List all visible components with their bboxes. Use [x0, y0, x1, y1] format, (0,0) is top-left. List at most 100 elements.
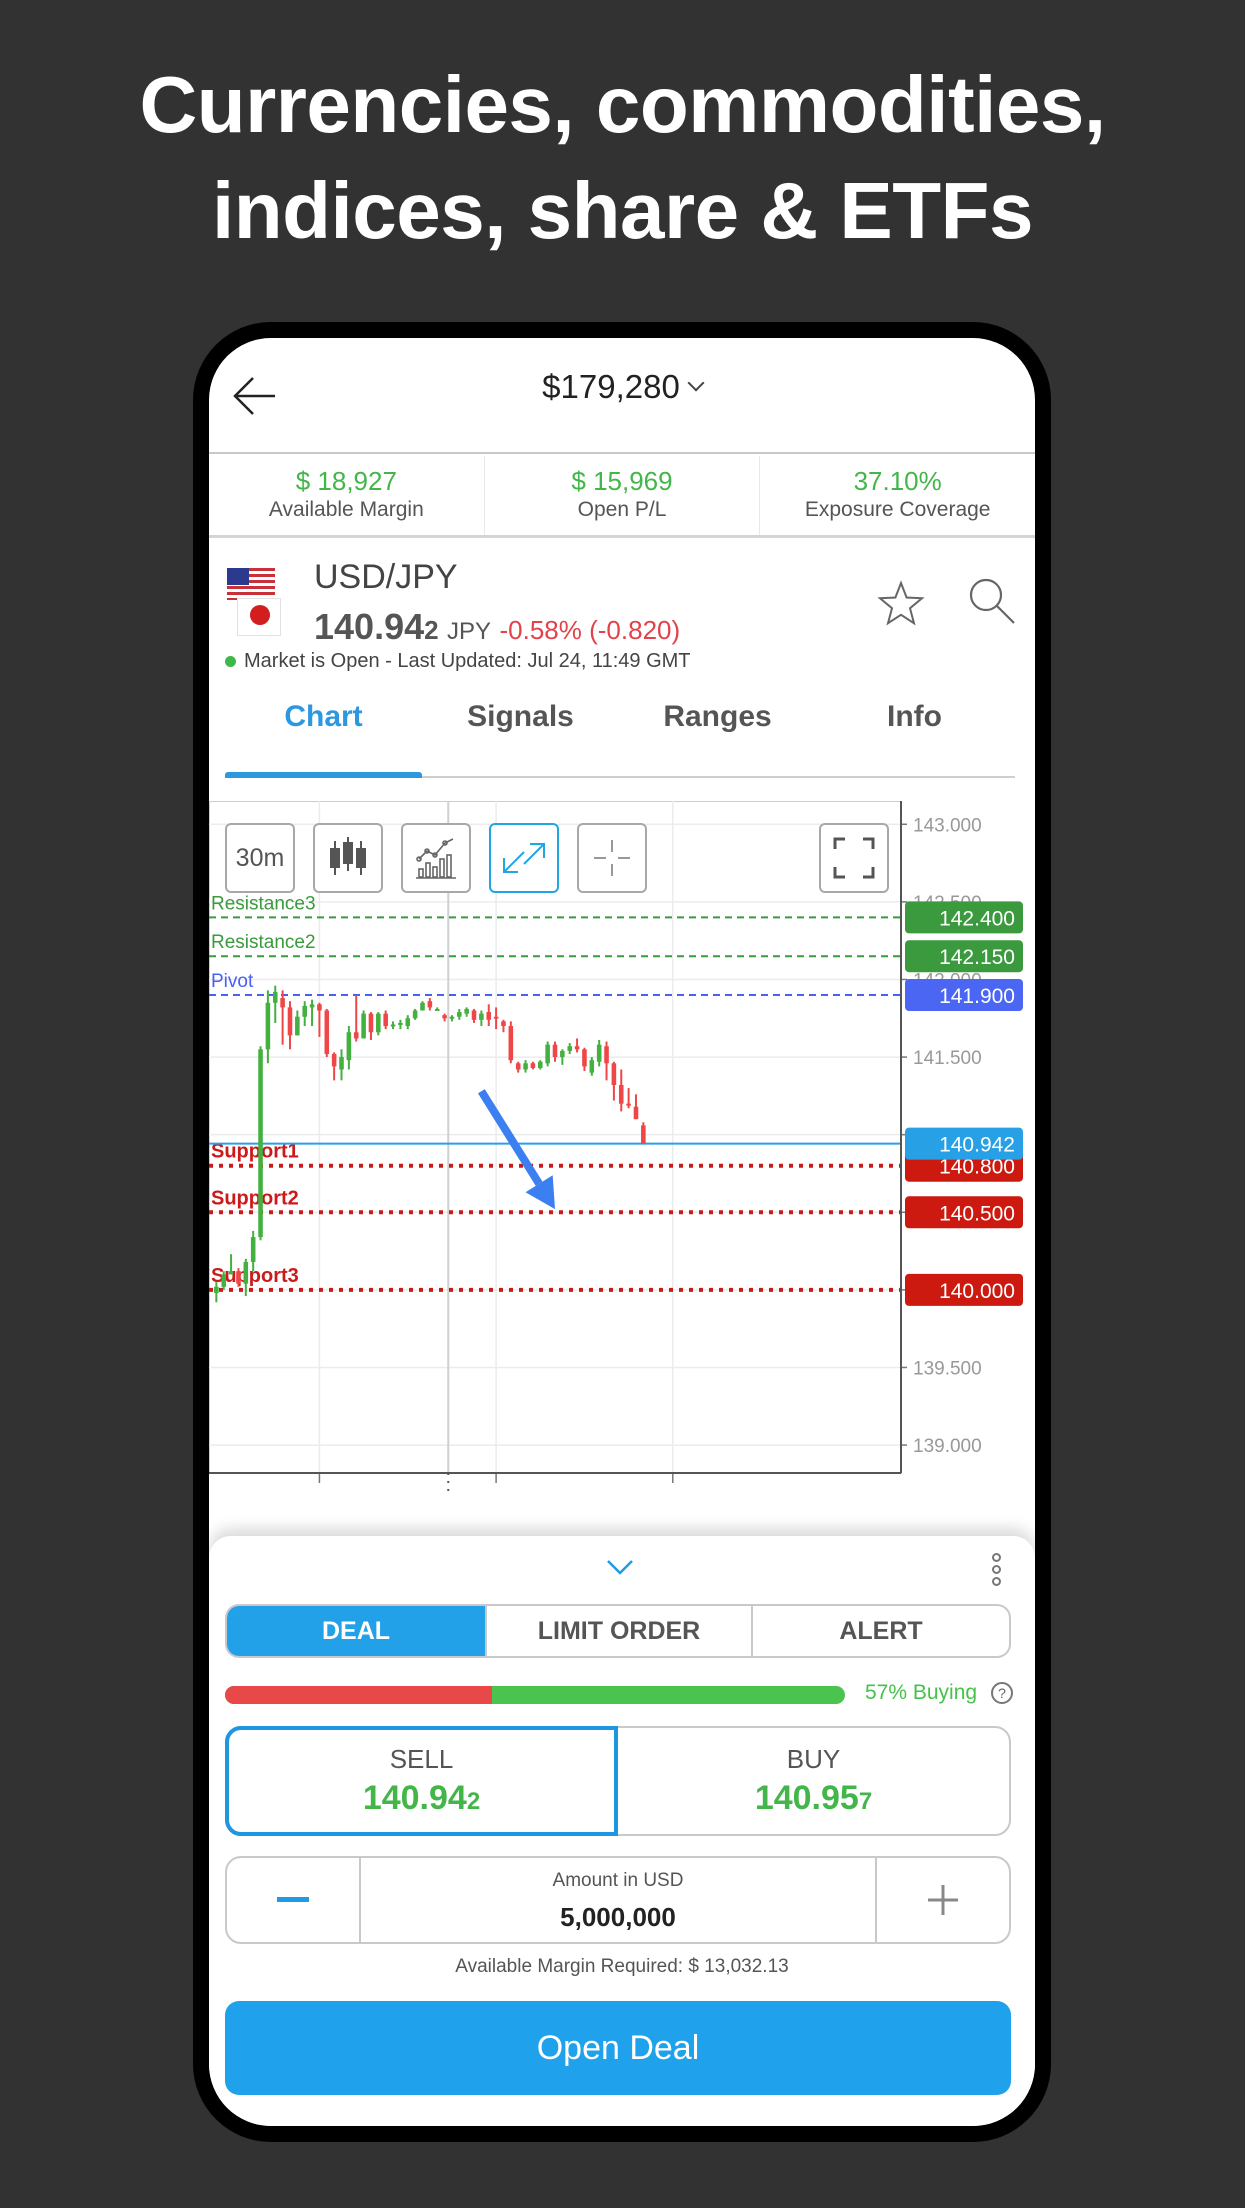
- candle-body: [309, 1004, 315, 1008]
- instrument-header: USD/JPY 140.942 JPY -0.58% (-0.820) Mark…: [209, 538, 1035, 778]
- segment-deal[interactable]: DEAL: [227, 1606, 487, 1656]
- sell-button[interactable]: SELL 140.942: [225, 1726, 618, 1836]
- price-chart[interactable]: Resistance3 Resistance2 Pivot Support1 Suppo…: [209, 801, 1035, 1491]
- segment-alert[interactable]: ALERT: [753, 1606, 1009, 1656]
- open-deal-button[interactable]: Open Deal: [225, 2001, 1011, 2095]
- candle-body: [493, 1016, 499, 1019]
- tab-signals[interactable]: Signals: [422, 688, 619, 776]
- buy-price: 140.957: [618, 1779, 1009, 1818]
- amount-label: Amount in USD: [552, 1870, 684, 1891]
- buy-label: BUY: [786, 1744, 841, 1774]
- stat-value: $ 18,927: [295, 466, 397, 496]
- candle-body: [361, 1013, 366, 1039]
- price-main: 140.94: [314, 606, 425, 647]
- fullscreen-button[interactable]: [819, 823, 889, 893]
- x-tick-label: 00:00: [472, 1489, 520, 1491]
- stat-label: Available Margin: [268, 498, 424, 521]
- x-tick-label: 12:00: [649, 1489, 697, 1491]
- account-balance-dropdown[interactable]: $179,280: [209, 368, 1035, 406]
- level-tag-resistance3-text: 142.400: [939, 907, 1015, 930]
- more-vertical-icon: [991, 1553, 1001, 1562]
- account-stats: $ 18,927 Available Margin $ 15,969 Open …: [209, 456, 1035, 538]
- candle-body: [618, 1085, 624, 1104]
- more-options-button[interactable]: [987, 1550, 1005, 1596]
- chevron-down-icon: [687, 374, 705, 392]
- candle-body: [346, 1032, 352, 1061]
- y-tick-label: 139.000: [913, 1436, 982, 1457]
- level-tag-resistance2-text: 142.150: [939, 946, 1015, 969]
- deal-panel: DEAL LIMIT ORDER ALERT 57% Buying ? SELL…: [209, 1536, 1035, 2126]
- candle-body: [434, 1008, 440, 1011]
- buy-price-pip: 7: [858, 1788, 873, 1815]
- favorite-button[interactable]: [875, 578, 927, 630]
- collapse-panel-button[interactable]: [603, 1552, 637, 1582]
- help-icon[interactable]: ?: [991, 1682, 1013, 1704]
- candle-body: [272, 991, 278, 1003]
- candle-body: [582, 1049, 587, 1067]
- minus-icon: [277, 1897, 309, 1902]
- order-type-segment: DEAL LIMIT ORDER ALERT: [225, 1604, 1011, 1658]
- x-tick-label: 12:00: [296, 1489, 344, 1491]
- tab-ranges[interactable]: Ranges: [619, 688, 816, 776]
- tab-chart[interactable]: Chart: [225, 688, 422, 778]
- amount-input[interactable]: Amount in USD 5,000,000: [359, 1858, 877, 1942]
- tab-info[interactable]: Info: [816, 688, 1013, 776]
- candle-body: [236, 1271, 241, 1284]
- candle-body: [552, 1044, 558, 1058]
- candle-body: [633, 1106, 639, 1120]
- candle-body: [243, 1261, 249, 1284]
- candle-body: [596, 1044, 602, 1062]
- candle-body: [214, 1286, 219, 1293]
- japan-flag-icon: [237, 598, 281, 636]
- candle-body: [537, 1061, 543, 1068]
- crosshair-button[interactable]: [577, 823, 647, 893]
- headline: Currencies, commodities, indices, share …: [0, 52, 1245, 264]
- candle-body: [449, 1016, 455, 1019]
- candle-body: [604, 1046, 609, 1064]
- stat-value: $ 15,969: [571, 466, 673, 496]
- indicators-icon: [416, 838, 456, 879]
- buy-button[interactable]: BUY 140.957: [618, 1728, 1009, 1834]
- candle-body: [567, 1046, 573, 1051]
- sell-price-main: 140.94: [362, 1779, 467, 1817]
- candle-body: [611, 1063, 617, 1086]
- candle-body: [641, 1125, 646, 1144]
- decrease-amount-button[interactable]: [227, 1858, 359, 1942]
- timeframe-button[interactable]: 30m: [225, 823, 295, 893]
- amount-stepper: Amount in USD 5,000,000: [225, 1856, 1011, 1944]
- candle-body: [574, 1046, 580, 1050]
- candle-body: [464, 1008, 469, 1014]
- increase-amount-button[interactable]: [877, 1858, 1009, 1942]
- search-button[interactable]: [965, 574, 1019, 628]
- sell-price-pip: 2: [466, 1788, 481, 1815]
- candle-body: [545, 1044, 550, 1064]
- chevron-down-icon: [607, 1560, 633, 1575]
- amount-value: 5,000,000: [560, 1902, 676, 1932]
- more-dot: [991, 1565, 1001, 1574]
- buy-price-main: 140.95: [754, 1779, 859, 1817]
- candle-body: [486, 1012, 492, 1020]
- sell-label: SELL: [389, 1744, 454, 1774]
- candle-body: [589, 1060, 595, 1073]
- candlestick-chart[interactable]: Resistance3Resistance2PivotSupport1Suppo…: [209, 801, 1035, 1491]
- level-label-resistance3: Resistance3: [211, 893, 316, 914]
- segment-limit-order[interactable]: LIMIT ORDER: [487, 1606, 753, 1656]
- sentiment-bar: [225, 1686, 845, 1704]
- candle-body: [376, 1013, 381, 1033]
- instrument-price: 140.942 JPY -0.58% (-0.820): [314, 606, 680, 648]
- timeframe-label: 30m: [235, 843, 285, 872]
- candle-body: [368, 1013, 374, 1033]
- candle-body: [523, 1063, 528, 1070]
- more-dot: [991, 1577, 1001, 1586]
- candle-body: [302, 1005, 307, 1017]
- indicators-button[interactable]: [401, 823, 471, 893]
- instrument-pair: USD/JPY: [314, 558, 458, 596]
- chart-type-button[interactable]: [313, 823, 383, 893]
- candle-body: [265, 1002, 271, 1050]
- pivot-trend-button[interactable]: [489, 823, 559, 893]
- candle-body: [501, 1021, 506, 1027]
- candle-body: [250, 1237, 256, 1262]
- y-tick-label: 143.000: [913, 815, 982, 836]
- candle-body: [427, 1001, 433, 1008]
- candle-body: [228, 1271, 234, 1275]
